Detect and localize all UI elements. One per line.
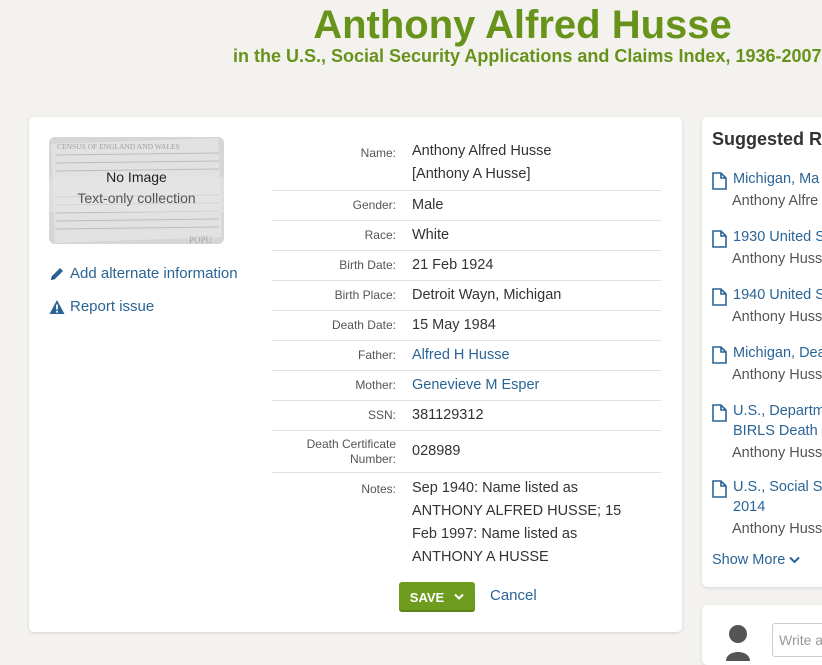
- document-icon: [712, 230, 727, 248]
- detail-label: Race:: [364, 228, 396, 242]
- suggested-record-person: Anthony Huss: [732, 309, 822, 325]
- suggested-record-title[interactable]: Michigan, Dea: [733, 343, 822, 363]
- suggested-record-title[interactable]: 1940 United S: [733, 285, 822, 305]
- detail-label: Birth Date:: [339, 258, 396, 272]
- detail-value: 15 May 1984: [412, 317, 496, 333]
- record-thumbnail[interactable]: CENSUS OF ENGLAND AND WALES POPU No Imag…: [49, 137, 224, 244]
- name-value: Anthony Alfred Husse: [412, 143, 552, 159]
- father-link[interactable]: Alfred H Husse: [412, 347, 510, 363]
- detail-row-death-date: Death Date: 15 May 1984: [272, 311, 661, 341]
- pencil-icon: [51, 267, 63, 280]
- suggested-record-item[interactable]: Michigan, Dea Anthony Huss: [712, 343, 822, 385]
- detail-label: Name:: [360, 146, 396, 160]
- detail-label: Mother:: [355, 378, 396, 392]
- suggested-record-person: Anthony Huss: [732, 521, 822, 537]
- suggested-record-title[interactable]: U.S., Departm BIRLS Death F: [733, 401, 822, 441]
- detail-row-birth-date: Birth Date: 21 Feb 1924: [272, 251, 661, 281]
- detail-label: Death Certificate Number:: [306, 436, 396, 466]
- show-more-link[interactable]: Show More: [712, 552, 801, 568]
- record-details: Name: Anthony Alfred Husse [Anthony A Hu…: [272, 140, 661, 569]
- suggested-records-heading: Suggested Re: [712, 129, 822, 149]
- document-icon: [712, 172, 727, 190]
- add-alternate-info-link[interactable]: Add alternate information: [49, 265, 238, 282]
- record-card: CENSUS OF ENGLAND AND WALES POPU No Imag…: [29, 117, 682, 632]
- detail-row-gender: Gender: Male: [272, 191, 661, 221]
- document-icon: [712, 480, 727, 498]
- chevron-down-icon: [789, 556, 801, 564]
- suggested-record-item[interactable]: 1930 United S Anthony Huss: [712, 227, 822, 269]
- page-title: Anthony Alfred Husse: [313, 3, 732, 47]
- text-only-label: Text-only collection: [77, 190, 196, 206]
- report-issue-link[interactable]: Report issue: [49, 298, 154, 315]
- suggested-record-person: Anthony Huss: [732, 367, 822, 383]
- show-more-label: Show More: [712, 552, 786, 568]
- avatar-icon: [726, 625, 750, 661]
- mother-link[interactable]: Genevieve M Esper: [412, 377, 539, 393]
- suggested-record-item[interactable]: U.S., Social Se 2014 Anthony Huss: [712, 477, 822, 539]
- detail-value: 028989: [412, 443, 461, 459]
- svg-text:CENSUS OF ENGLAND AND WALE: CENSUS OF ENGLAND AND WALES: [57, 142, 180, 151]
- page-subtitle: in the U.S., Social Security Application…: [233, 46, 822, 66]
- svg-text:POPU: POPU: [189, 235, 213, 244]
- detail-value: Sep 1940: Name listed as ANTHONY ALFRED …: [412, 480, 622, 565]
- detail-row-birth-place: Birth Place: Detroit Wayn, Michigan: [272, 281, 661, 311]
- detail-row-name: Name: Anthony Alfred Husse [Anthony A Hu…: [272, 140, 661, 191]
- detail-label: Father:: [357, 348, 396, 362]
- document-icon: [712, 404, 727, 422]
- detail-value: 21 Feb 1924: [412, 257, 494, 273]
- report-issue-label: Report issue: [70, 298, 155, 315]
- document-icon: [712, 346, 727, 364]
- suggested-record-title[interactable]: U.S., Social Se 2014: [733, 477, 822, 517]
- detail-row-notes: Notes: Sep 1940: Name listed as ANTHONY …: [272, 473, 661, 569]
- warning-icon: [49, 299, 65, 314]
- chevron-down-icon: [454, 593, 464, 600]
- detail-row-race: Race: White: [272, 221, 661, 251]
- detail-row-ssn: SSN: 381129312: [272, 401, 661, 431]
- save-button[interactable]: SAVE: [399, 582, 475, 612]
- comment-input[interactable]: [772, 623, 822, 657]
- suggested-record-item[interactable]: 1940 United S Anthony Huss: [712, 285, 822, 327]
- detail-row-mother: Mother: Genevieve M Esper: [272, 371, 661, 401]
- no-image-label: No Image: [106, 169, 167, 185]
- suggested-record-person: Anthony Huss: [732, 251, 822, 267]
- suggested-record-item[interactable]: U.S., Departm BIRLS Death F Anthony Huss: [712, 401, 822, 463]
- detail-value: Anthony Alfred Husse [Anthony A Husse]: [412, 140, 661, 186]
- detail-label: Gender:: [352, 198, 396, 212]
- save-button-label: SAVE: [409, 589, 445, 605]
- suggested-record-title[interactable]: Michigan, Ma: [733, 169, 822, 189]
- detail-row-death-certificate: Death Certificate Number: 028989: [272, 431, 661, 473]
- detail-value: Male: [412, 197, 444, 213]
- suggested-record-person: Anthony Alfre: [732, 193, 819, 209]
- detail-value: Alfred H Husse: [412, 344, 661, 367]
- detail-label: Birth Place:: [334, 288, 396, 302]
- detail-row-father: Father: Alfred H Husse: [272, 341, 661, 371]
- detail-value: Genevieve M Esper: [412, 374, 661, 397]
- suggested-records-panel: Suggested Re Michigan, Ma Anthony Alfre …: [702, 117, 822, 587]
- detail-value: Detroit Wayn, Michigan: [412, 287, 562, 303]
- name-alias-value: [Anthony A Husse]: [412, 166, 531, 182]
- suggested-record-title[interactable]: 1930 United S: [733, 227, 822, 247]
- detail-value: 381129312: [412, 407, 484, 423]
- suggested-record-item[interactable]: Michigan, Ma Anthony Alfre: [712, 169, 822, 211]
- detail-label: Notes:: [361, 482, 396, 496]
- detail-label: Death Date:: [331, 318, 396, 332]
- comment-panel: [702, 605, 822, 665]
- detail-value: White: [412, 227, 450, 243]
- suggested-record-person: Anthony Huss: [732, 445, 822, 461]
- detail-label: SSN:: [367, 408, 396, 422]
- add-alternate-info-label: Add alternate information: [70, 265, 238, 282]
- document-icon: [712, 288, 727, 306]
- cancel-link[interactable]: Cancel: [490, 587, 537, 604]
